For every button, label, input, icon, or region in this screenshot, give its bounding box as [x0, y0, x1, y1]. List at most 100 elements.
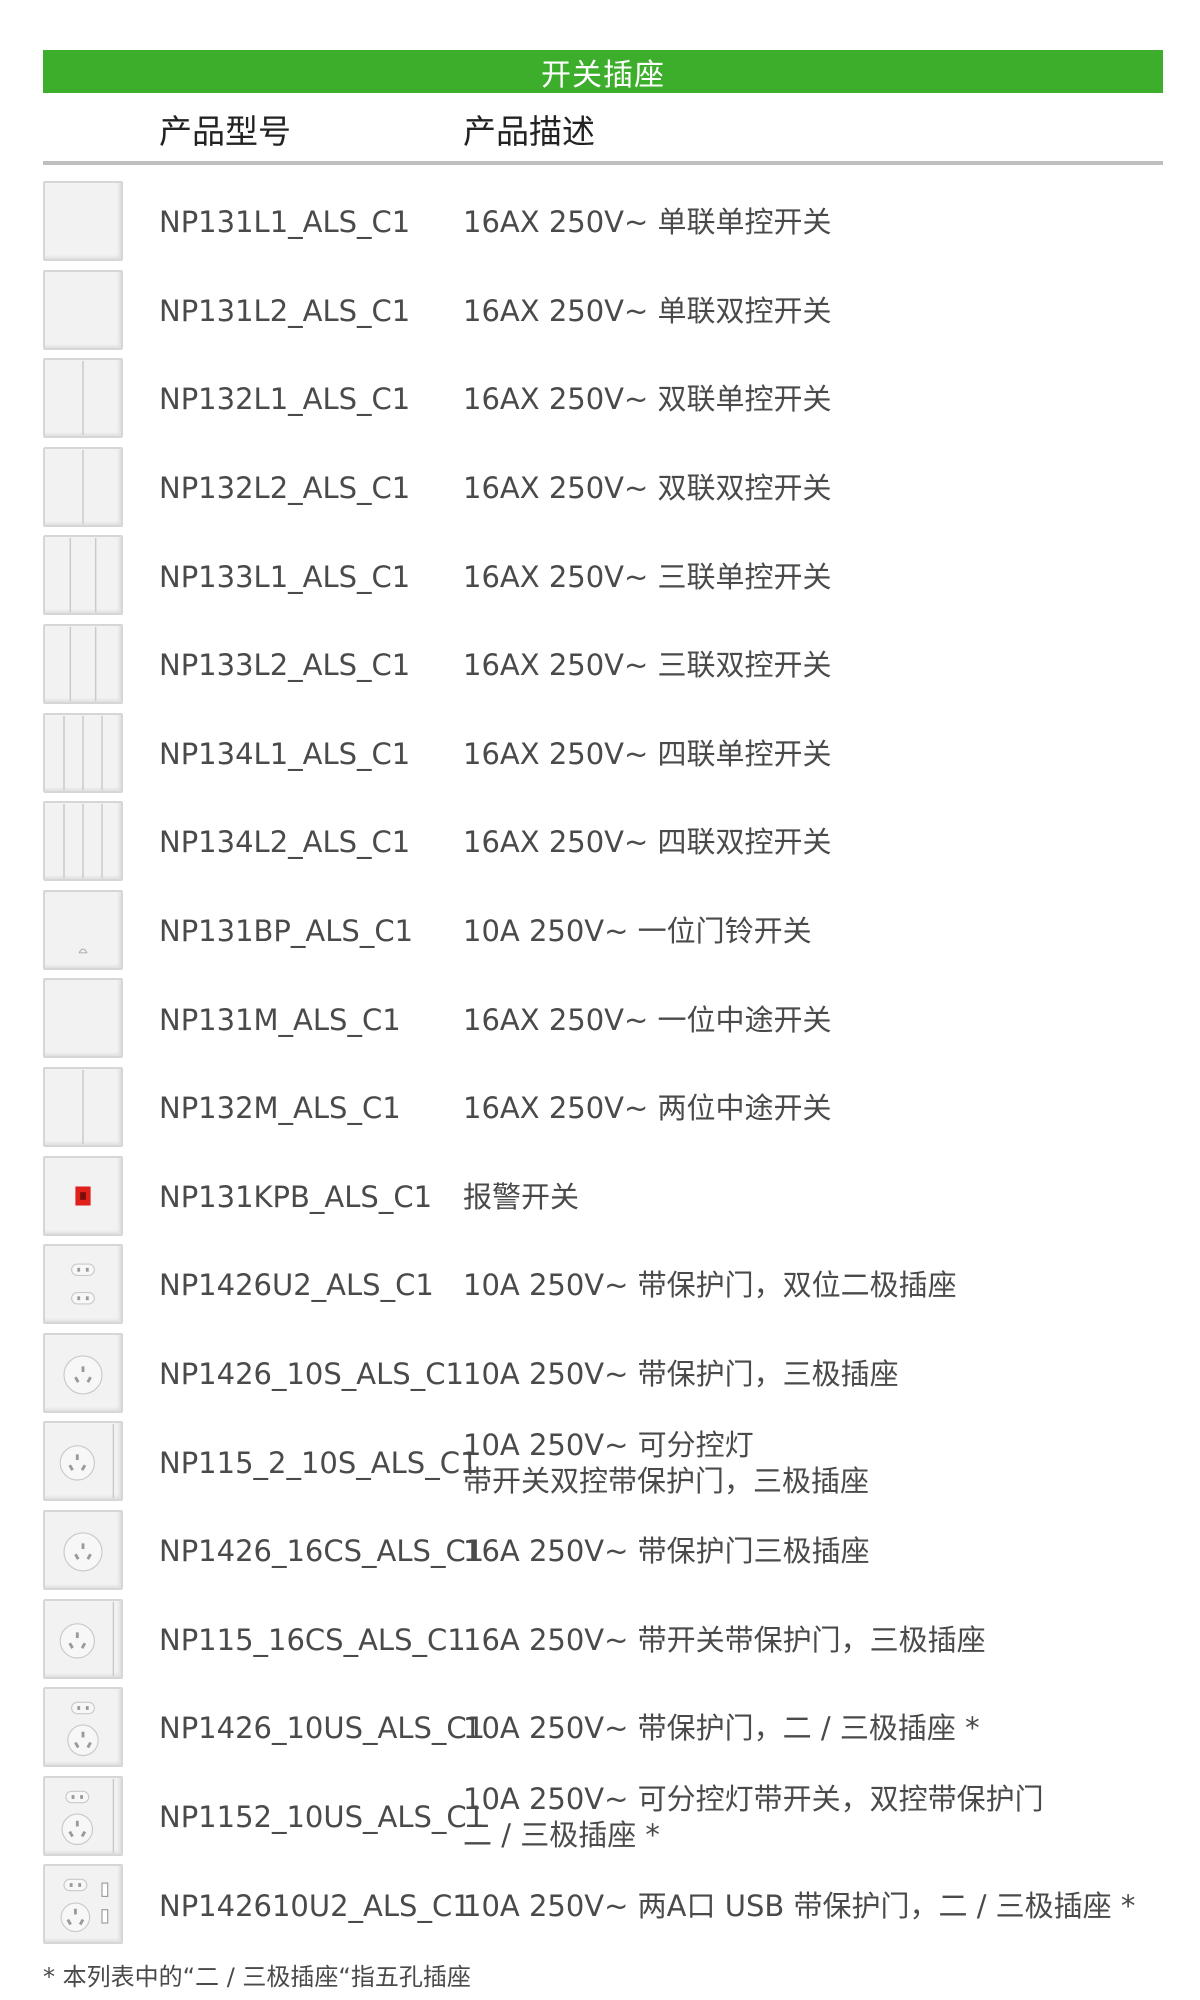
socket-5pin-switch-icon — [43, 1775, 123, 1856]
description-line: 16AX 250V~ 双联双控开关 — [463, 471, 832, 506]
description-line: 16AX 250V~ 两位中途开关 — [463, 1091, 832, 1126]
description-line: 16AX 250V~ 四联双控开关 — [463, 825, 832, 860]
table-row: NP131L2_ALS_C1 16AX 250V~ 单联双控开关 — [43, 267, 1163, 356]
description-line: 16AX 250V~ 四联单控开关 — [463, 736, 832, 771]
description-line: 10A 250V~ 两A口 USB 带保护门，二 / 三极插座 * — [463, 1888, 1136, 1923]
table-row: NP1426_16CS_ALS_C1 16A 250V~ 带保护门三极插座 — [43, 1507, 1163, 1596]
table-row: NP1426_10US_ALS_C1 10A 250V~ 带保护门，二 / 三极插… — [43, 1684, 1163, 1773]
table-row: NP131KPB_ALS_C1 报警开关 — [43, 1153, 1163, 1242]
switch-2gang-icon — [43, 358, 123, 439]
switch-2gang-icon — [43, 1066, 123, 1147]
product-description: 16AX 250V~ 一位中途开关 — [463, 1002, 832, 1038]
model-column-header: 产品型号 — [159, 112, 291, 151]
description-line: 16AX 250V~ 三联单控开关 — [463, 559, 832, 594]
table-row: NP132L1_ALS_C1 16AX 250V~ 双联单控开关 — [43, 355, 1163, 444]
table-row: NP132L2_ALS_C1 16AX 250V~ 双联双控开关 — [43, 444, 1163, 533]
table-row: NP1152_10US_ALS_C1 10A 250V~ 可分控灯带开关，双控带保… — [43, 1773, 1163, 1862]
product-description: 10A 250V~ 可分控灯带开关，双控带保护门二 / 三极插座 * — [463, 1781, 1044, 1853]
socket-3pin-switch-icon — [43, 1598, 123, 1679]
table-row: NP133L2_ALS_C1 16AX 250V~ 三联双控开关 — [43, 621, 1163, 710]
product-model: NP115_2_10S_ALS_C1 — [159, 1445, 479, 1480]
table-row: NP115_16CS_ALS_C1 16A 250V~ 带开关带保护门，三极插座 — [43, 1596, 1163, 1685]
description-line: 16AX 250V~ 双联单控开关 — [463, 382, 832, 417]
product-description: 16AX 250V~ 三联双控开关 — [463, 647, 832, 683]
socket-2pin-double-icon — [43, 1244, 123, 1325]
product-model: NP1426_10S_ALS_C1 — [159, 1357, 464, 1392]
switch-3gang-icon — [43, 623, 123, 704]
product-description: 16AX 250V~ 三联单控开关 — [463, 559, 832, 595]
description-line: 10A 250V~ 可分控灯 — [463, 1427, 754, 1462]
product-model: NP131KPB_ALS_C1 — [159, 1179, 433, 1214]
product-description: 16AX 250V~ 双联单控开关 — [463, 381, 832, 417]
table-row: NP142610U2_ALS_C1 10A 250V~ 两A口 USB 带保护门，… — [43, 1861, 1163, 1950]
table-row: NP132M_ALS_C1 16AX 250V~ 两位中途开关 — [43, 1064, 1163, 1153]
socket-3pin-icon — [43, 1509, 123, 1590]
description-column-header: 产品描述 — [463, 112, 595, 151]
socket-3pin-switch-icon — [43, 1421, 123, 1502]
switch-3gang-icon — [43, 535, 123, 616]
switch-4gang-icon — [43, 712, 123, 793]
product-model: NP134L2_ALS_C1 — [159, 825, 411, 860]
section-banner: 开关插座 — [43, 50, 1163, 93]
description-line: 16A 250V~ 带开关带保护门，三极插座 — [463, 1622, 986, 1657]
product-model: NP134L1_ALS_C1 — [159, 736, 411, 771]
description-line: 10A 250V~ 带保护门，双位二极插座 — [463, 1268, 957, 1303]
product-model: NP1426_16CS_ALS_C1 — [159, 1534, 485, 1569]
product-description: 16A 250V~ 带保护门三极插座 — [463, 1533, 870, 1569]
product-table: NP131L1_ALS_C1 16AX 250V~ 单联单控开关 NP131L2_A… — [43, 178, 1163, 1950]
description-line: 16AX 250V~ 单联单控开关 — [463, 205, 832, 240]
product-description: 10A 250V~ 带保护门，二 / 三极插座 * — [463, 1710, 980, 1746]
description-line: 10A 250V~ 带保护门，三极插座 — [463, 1357, 899, 1392]
description-line: 16AX 250V~ 单联双控开关 — [463, 293, 832, 328]
product-description: 16AX 250V~ 单联单控开关 — [463, 204, 832, 240]
product-description: 16AX 250V~ 四联单控开关 — [463, 736, 832, 772]
product-description: 10A 250V~ 一位门铃开关 — [463, 913, 812, 949]
description-line: 16AX 250V~ 三联双控开关 — [463, 648, 832, 683]
product-model: NP131L1_ALS_C1 — [159, 205, 411, 240]
table-row: NP1426_10S_ALS_C1 10A 250V~ 带保护门，三极插座 — [43, 1330, 1163, 1419]
product-description: 16A 250V~ 带开关带保护门，三极插座 — [463, 1622, 986, 1658]
description-line: 报警开关 — [463, 1179, 580, 1214]
section-title: 开关插座 — [541, 57, 665, 93]
product-model: NP133L2_ALS_C1 — [159, 648, 411, 683]
doorbell-switch-icon — [43, 889, 123, 970]
table-row: NP115_2_10S_ALS_C1 10A 250V~ 可分控灯 带开关双控带保护… — [43, 1418, 1163, 1507]
description-line: 带开关双控带保护门，三极插座 — [463, 1463, 870, 1498]
table-row: NP131BP_ALS_C1 10A 250V~ 一位门铃开关 — [43, 887, 1163, 976]
product-model: NP132L1_ALS_C1 — [159, 382, 411, 417]
socket-3pin-icon — [43, 1332, 123, 1413]
product-description: 16AX 250V~ 双联双控开关 — [463, 470, 832, 506]
table-row: NP134L1_ALS_C1 16AX 250V~ 四联单控开关 — [43, 710, 1163, 799]
product-model: NP1426_10US_ALS_C1 — [159, 1711, 486, 1746]
switch-1gang-icon — [43, 269, 123, 350]
product-model: NP131M_ALS_C1 — [159, 1002, 401, 1037]
product-description: 10A 250V~ 带保护门，双位二极插座 — [463, 1267, 957, 1303]
switch-1gang-icon — [43, 978, 123, 1059]
product-description: 10A 250V~ 带保护门，三极插座 — [463, 1356, 899, 1392]
table-row: NP131M_ALS_C1 16AX 250V~ 一位中途开关 — [43, 975, 1163, 1064]
product-model: NP132M_ALS_C1 — [159, 1091, 401, 1126]
description-line: 16AX 250V~ 一位中途开关 — [463, 1002, 832, 1037]
description-line: 10A 250V~ 可分控灯带开关，双控带保护门 — [463, 1781, 1044, 1816]
description-line: 10A 250V~ 一位门铃开关 — [463, 914, 812, 949]
product-model: NP131BP_ALS_C1 — [159, 914, 414, 949]
product-description: 10A 250V~ 可分控灯 带开关双控带保护门，三极插座 — [463, 1427, 869, 1499]
product-description: 16AX 250V~ 四联双控开关 — [463, 824, 832, 860]
product-description: 报警开关 — [463, 1179, 579, 1215]
table-row: NP134L2_ALS_C1 16AX 250V~ 四联双控开关 — [43, 798, 1163, 887]
product-description: 16AX 250V~ 单联双控开关 — [463, 293, 832, 329]
product-description: 10A 250V~ 两A口 USB 带保护门，二 / 三极插座 * — [463, 1888, 1135, 1924]
table-row: NP1426U2_ALS_C1 10A 250V~ 带保护门，双位二极插座 — [43, 1241, 1163, 1330]
socket-5pin-usb-icon — [43, 1864, 123, 1945]
alarm-switch-icon — [43, 1155, 123, 1236]
table-row: NP133L1_ALS_C1 16AX 250V~ 三联单控开关 — [43, 532, 1163, 621]
switch-4gang-icon — [43, 801, 123, 882]
switch-1gang-icon — [43, 181, 123, 261]
socket-5pin-icon — [43, 1687, 123, 1768]
product-model: NP131L2_ALS_C1 — [159, 293, 411, 328]
product-model: NP142610U2_ALS_C1 — [159, 1888, 471, 1923]
table-header: 产品型号 产品描述 — [43, 93, 1163, 165]
description-line: 10A 250V~ 带保护门，二 / 三极插座 * — [463, 1711, 980, 1746]
description-line: 二 / 三极插座 * — [463, 1817, 660, 1852]
product-description: 16AX 250V~ 两位中途开关 — [463, 1090, 832, 1126]
